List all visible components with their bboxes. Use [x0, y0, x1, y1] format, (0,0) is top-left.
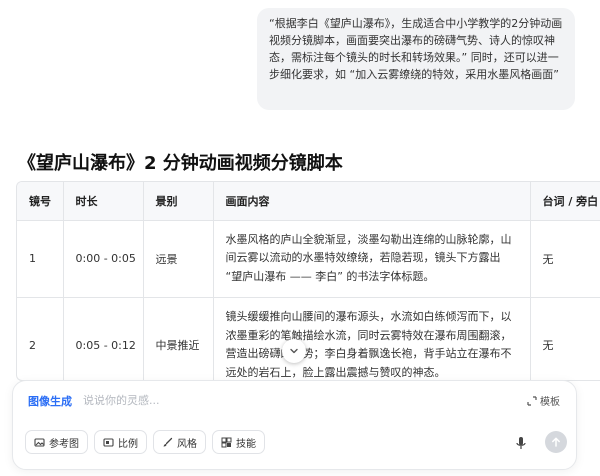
chip-label: 比例 [118, 438, 138, 450]
reference-image-button[interactable]: 参考图 [25, 430, 88, 454]
chip-label: 风格 [177, 438, 197, 450]
table-row: 2 0:05 - 0:12 中景推近 镜头缓缓推向山腰间的瀑布源头，水流如白练倾… [17, 297, 600, 380]
prompt-input[interactable] [83, 388, 503, 412]
send-button[interactable] [545, 431, 567, 453]
composer-toolbar: 参考图 比例 风格 技能 [25, 430, 265, 454]
prompt-composer: 图像生成 模板 参考图 比例 [12, 380, 577, 470]
cell-duration: 0:00 - 0:05 [63, 220, 144, 298]
document-title: 《望庐山瀑布》2 分钟动画视频分镜脚本 [18, 153, 343, 174]
cell-content: 水墨风格的庐山全貌渐显，淡墨勾勒出连绵的山脉轮廓，山间云雾以流动的水墨特效缭绕，… [213, 220, 531, 298]
header-dialogue: 台词 / 旁白 [530, 182, 600, 221]
template-button[interactable]: 模板 [527, 393, 560, 408]
storyboard-table: 镜号 时长 景别 画面内容 台词 / 旁白 1 0:00 - 0:05 远景 水… [17, 182, 600, 380]
cell-content: 镜头缓缓推向山腰间的瀑布源头，水流如白练倾泻而下，以浓墨重彩的笔触描绘水流，同时… [213, 297, 531, 380]
header-duration: 时长 [63, 182, 144, 221]
cell-duration: 0:05 - 0:12 [63, 297, 144, 380]
storyboard-table-container[interactable]: 镜号 时长 景别 画面内容 台词 / 旁白 1 0:00 - 0:05 远景 水… [16, 181, 600, 381]
ratio-icon [103, 437, 114, 447]
chip-label: 参考图 [49, 438, 79, 450]
user-message-bubble: “根据李白《望庐山瀑布》，生成适合中小学教学的2分钟动画视频分镜脚本，画面要突出… [257, 8, 575, 110]
cell-framing: 远景 [143, 220, 214, 298]
brush-icon [163, 437, 173, 446]
cell-framing: 中景推近 [143, 297, 214, 380]
header-framing: 景别 [143, 182, 214, 221]
cell-shot: 2 [17, 297, 64, 380]
table-row: 1 0:00 - 0:05 远景 水墨风格的庐山全貌渐显，淡墨勾勒出连绵的山脉轮… [17, 220, 600, 298]
cell-shot: 1 [17, 220, 64, 298]
skills-icon [221, 437, 232, 447]
style-button[interactable]: 风格 [153, 430, 206, 454]
microphone-icon [516, 437, 526, 449]
chip-label: 技能 [236, 438, 256, 450]
image-icon [34, 437, 45, 447]
header-content: 画面内容 [213, 182, 531, 221]
expand-icon [527, 395, 537, 406]
microphone-button[interactable] [513, 435, 529, 451]
mode-label-image-generation[interactable]: 图像生成 [28, 393, 72, 409]
chevron-down-icon [290, 348, 298, 354]
chat-page: “根据李白《望庐山瀑布》，生成适合中小学教学的2分钟动画视频分镜脚本，画面要突出… [0, 0, 600, 476]
user-message-text: “根据李白《望庐山瀑布》，生成适合中小学教学的2分钟动画视频分镜脚本，画面要突出… [269, 17, 563, 81]
aspect-ratio-button[interactable]: 比例 [94, 430, 147, 454]
template-label: 模板 [540, 397, 560, 408]
table-header-row: 镜号 时长 景别 画面内容 台词 / 旁白 [17, 182, 600, 221]
cell-dialogue: 无 [530, 220, 600, 298]
cell-dialogue: 无 [530, 297, 600, 380]
skills-button[interactable]: 技能 [212, 430, 265, 454]
header-shot: 镜号 [17, 182, 64, 221]
arrow-up-icon [552, 437, 560, 447]
scroll-down-button[interactable] [282, 339, 306, 363]
